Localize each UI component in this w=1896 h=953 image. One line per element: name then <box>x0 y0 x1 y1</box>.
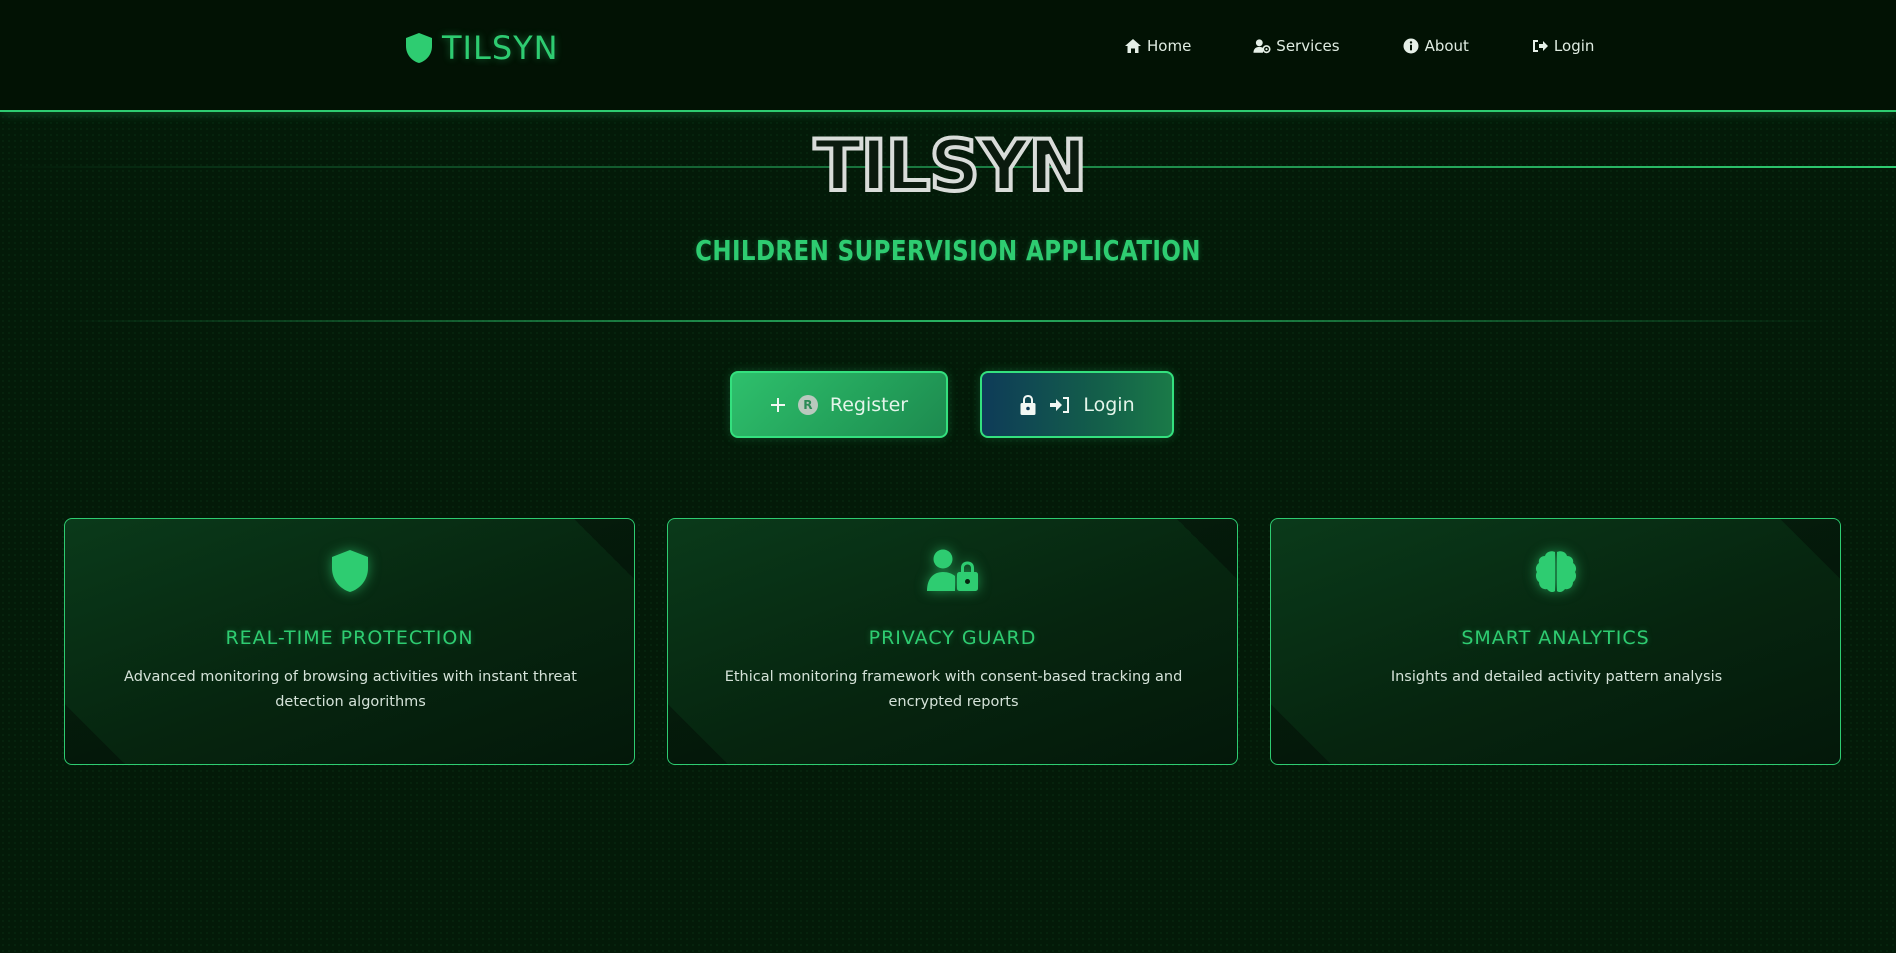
register-button[interactable]: R Register <box>730 371 948 438</box>
nav-links: Home Services About Login <box>1124 34 1594 58</box>
shield-icon <box>331 550 368 592</box>
nav-home[interactable]: Home <box>1124 37 1191 55</box>
nav-login-label: Login <box>1553 37 1595 55</box>
feature-card-realtime-protection: REAL-TIME PROTECTION Advanced monitoring… <box>64 518 635 765</box>
plus-icon <box>770 397 785 412</box>
user-lock-icon <box>926 549 978 591</box>
hero-subtitle: CHILDREN SUPERVISION APPLICATION <box>695 234 1201 267</box>
login-button[interactable]: Login <box>980 371 1174 438</box>
feature-title: PRIVACY GUARD <box>868 627 1037 649</box>
brain-icon <box>1535 551 1576 593</box>
lock-icon <box>1020 394 1036 415</box>
section-divider <box>64 320 1832 322</box>
feature-description: Ethical monitoring framework with consen… <box>724 669 1183 710</box>
nav-home-label: Home <box>1147 37 1192 55</box>
registered-badge-icon: R <box>797 394 818 415</box>
feature-description: Insights and detailed activity pattern a… <box>1390 669 1723 685</box>
feature-title: REAL-TIME PROTECTION <box>225 627 474 649</box>
brand-logo[interactable]: TILSYN <box>404 28 559 68</box>
login-button-label: Login <box>1083 393 1135 416</box>
info-icon <box>1403 38 1419 54</box>
top-navbar: TILSYN Home Services About Login <box>0 0 1896 112</box>
feature-card-smart-analytics: SMART ANALYTICS Insights and detailed ac… <box>1270 518 1841 765</box>
nav-about[interactable]: About <box>1402 37 1469 55</box>
nav-services-label: Services <box>1276 37 1340 55</box>
feature-title: SMART ANALYTICS <box>1461 627 1650 649</box>
feature-card-privacy-guard: PRIVACY GUARD Ethical monitoring framewo… <box>667 518 1238 765</box>
sign-in-icon <box>1532 40 1548 52</box>
home-icon <box>1125 39 1141 53</box>
user-gear-icon <box>1253 39 1271 54</box>
nav-login[interactable]: Login <box>1531 37 1594 55</box>
nav-about-label: About <box>1424 37 1469 55</box>
feature-description: Advanced monitoring of browsing activiti… <box>124 669 577 710</box>
brand-name: TILSYN <box>442 29 559 67</box>
shield-icon <box>406 33 432 63</box>
sign-in-icon <box>1050 396 1070 413</box>
hero-title: TILSYN <box>812 125 1089 207</box>
register-button-label: Register <box>829 393 909 416</box>
nav-services[interactable]: Services <box>1253 37 1340 55</box>
